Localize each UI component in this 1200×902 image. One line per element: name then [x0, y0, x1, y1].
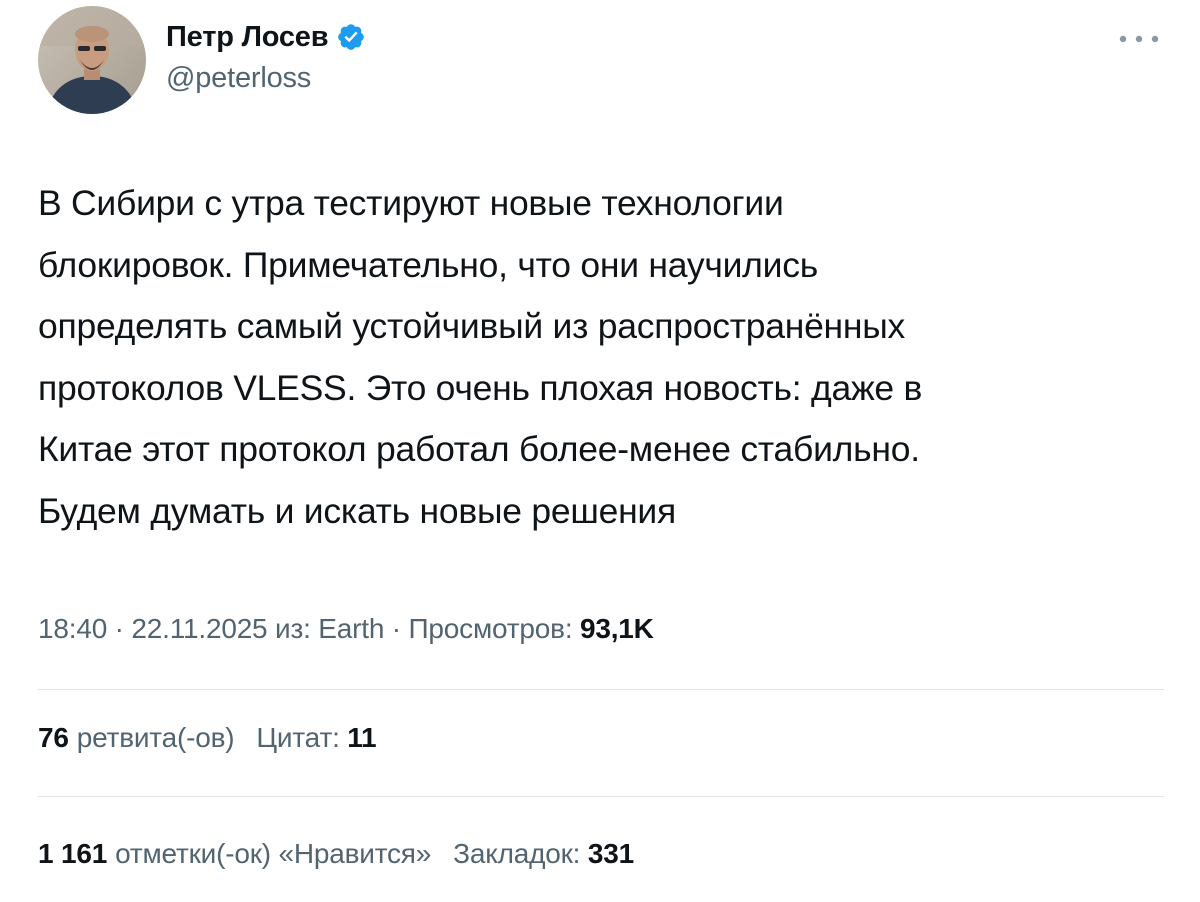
quotes-stat[interactable]: Цитат: 11: [256, 722, 384, 754]
tweet-meta: 18:40 · 22.11.2025 из: Earth · Просмотро…: [38, 613, 654, 645]
tweet-time[interactable]: 18:40: [38, 613, 107, 644]
quotes-count: 11: [347, 722, 377, 753]
author-avatar[interactable]: [38, 6, 146, 114]
tweet-source[interactable]: Earth: [318, 613, 384, 644]
meta-separator: ·: [107, 613, 132, 644]
more-horizontal-icon: [1119, 35, 1159, 43]
views-label: Просмотров:: [408, 613, 580, 644]
retweets-stat[interactable]: 76 ретвита(-ов): [38, 722, 235, 754]
meta-separator: ·: [384, 613, 409, 644]
divider: [38, 796, 1164, 797]
more-options-button[interactable]: [1112, 24, 1166, 54]
bookmarks-label: Закладок:: [453, 838, 588, 869]
author-handle[interactable]: @peterloss: [166, 62, 366, 95]
tweet-text: В Сибири с утра тестируют новые технолог…: [38, 183, 923, 531]
author-display-name[interactable]: Петр Лосев: [166, 21, 329, 54]
verified-badge-icon[interactable]: [336, 22, 366, 52]
stats-row-engagement: 1 161 отметки(-ок) «Нравится» Закладок: 33…: [38, 838, 664, 870]
likes-stat[interactable]: 1 161 отметки(-ок) «Нравится»: [38, 838, 431, 870]
person-avatar-icon: [38, 6, 146, 114]
tweet-card: Петр Лосев @peterloss В Сибири с утра те…: [0, 0, 1200, 902]
bookmarks-count: 331: [587, 838, 634, 869]
source-prefix: из:: [267, 613, 319, 644]
quotes-label: Цитат:: [256, 722, 348, 753]
stats-row-shares: 76 ретвита(-ов) Цитат: 11: [38, 722, 406, 754]
retweets-label: ретвита(-ов): [76, 722, 235, 753]
tweet-date[interactable]: 22.11.2025: [131, 613, 267, 644]
divider: [38, 689, 1164, 690]
likes-label: отметки(-ок) «Нравится»: [115, 838, 432, 869]
likes-count: 1 161: [38, 838, 108, 869]
views-count[interactable]: 93,1K: [580, 613, 654, 644]
retweets-count: 76: [38, 722, 69, 753]
bookmarks-stat[interactable]: Закладок: 331: [453, 838, 642, 870]
author-name-row: Петр Лосев: [166, 18, 366, 56]
author-info: Петр Лосев @peterloss: [166, 18, 366, 95]
